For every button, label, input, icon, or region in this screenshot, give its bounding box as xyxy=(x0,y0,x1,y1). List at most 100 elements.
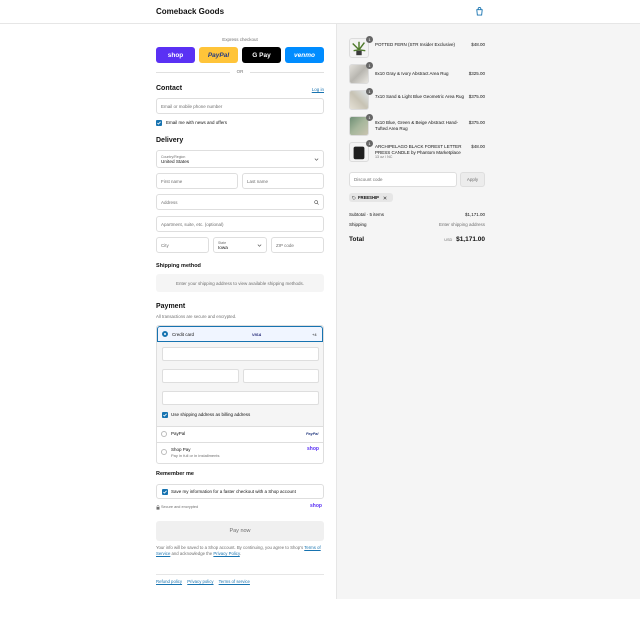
shoppay-option-label: Shop Pay xyxy=(171,447,191,452)
total-value-block: USD $1,171.00 xyxy=(444,236,485,243)
discount-code-field[interactable]: Discount code xyxy=(349,172,457,187)
email-field[interactable]: Email or mobile phone number xyxy=(156,98,324,114)
state-select[interactable]: State Iowa xyxy=(213,237,267,253)
credit-card-option[interactable]: Credit card VISA +4 xyxy=(157,326,323,342)
legal-end: . xyxy=(239,551,241,556)
product-thumbnail: 1 xyxy=(349,62,373,84)
legal-text-1: Your info will be saved to a Shop accoun… xyxy=(156,545,304,550)
last-name-placeholder: Last name xyxy=(247,178,269,184)
checkmark-icon xyxy=(157,121,161,125)
or-divider: OR xyxy=(156,68,324,76)
cart-item: 1 7x10 Sand & Light Blue Geometric Area … xyxy=(349,88,485,112)
cart-item: 1 8x10 Blue, Green & Beige Abstract Hand… xyxy=(349,114,485,138)
refund-policy-link[interactable]: Refund policy xyxy=(156,579,182,584)
shoppay-sub: Pay in full or in installments xyxy=(171,453,220,458)
payment-subtitle: All transactions are secure and encrypte… xyxy=(156,314,237,319)
discount-code-text: FREESHIP xyxy=(358,195,379,200)
total-value: $1,171.00 xyxy=(456,236,485,243)
header: Comeback Goods xyxy=(0,0,640,24)
candle-icon xyxy=(353,146,365,160)
discount-chip: FREESHIP xyxy=(349,193,393,202)
subtotal-label: Subtotal · 5 items xyxy=(349,212,385,217)
country-select[interactable]: Country/Region United States xyxy=(156,150,324,168)
apply-label: Apply xyxy=(466,177,479,182)
lock-icon xyxy=(156,505,160,510)
name-on-card-field[interactable] xyxy=(162,391,319,405)
paypal-radio[interactable] xyxy=(161,431,167,437)
quantity-badge: 1 xyxy=(366,114,373,121)
product-price: $48.00 xyxy=(471,42,485,47)
payment-options: Credit card VISA +4 Use shipping address… xyxy=(156,325,324,464)
zip-field[interactable]: ZIP code xyxy=(271,237,324,253)
save-info-checkbox[interactable] xyxy=(162,489,168,495)
google-pay-label: G Pay xyxy=(252,51,271,59)
shoppay-option[interactable]: Shop Pay Pay in full or in installments … xyxy=(157,442,323,463)
shipping-value: Enter shipping address xyxy=(438,222,485,227)
country-value: United States xyxy=(161,158,190,164)
last-name-field[interactable]: Last name xyxy=(242,173,324,189)
venmo-label: venmo xyxy=(294,51,315,59)
payment-heading: Payment xyxy=(156,303,186,310)
paypal-label: PayPal xyxy=(207,51,230,59)
cart-item: 1 POTTED FERN (STR Insider Exclusive) $4… xyxy=(349,36,485,60)
legal-text: Your info will be saved to a Shop accoun… xyxy=(156,545,324,557)
footer-divider xyxy=(156,574,324,575)
shoppay-radio[interactable] xyxy=(161,449,167,455)
remember-me-heading: Remember me xyxy=(156,471,194,477)
state-value: Iowa xyxy=(218,244,228,250)
contact-heading: Contact xyxy=(156,85,183,92)
paypal-option-label: PayPal xyxy=(171,431,186,436)
security-code-field[interactable] xyxy=(243,369,319,383)
venmo-button[interactable]: venmo xyxy=(285,47,324,63)
first-name-field[interactable]: First name xyxy=(156,173,238,189)
google-pay-button[interactable]: G Pay xyxy=(242,47,281,63)
visa-icon: VISA xyxy=(252,332,262,337)
brand-name[interactable]: Comeback Goods xyxy=(156,7,224,16)
product-price: $325.00 xyxy=(468,71,485,76)
card-number-field[interactable] xyxy=(162,347,319,361)
credit-card-radio[interactable] xyxy=(162,331,168,337)
fern-plant-icon xyxy=(352,41,366,56)
product-name: ARCHIPELAGO BLACK FOREST LETTER PRESS CA… xyxy=(375,144,462,155)
page-bottom xyxy=(0,599,640,625)
pay-now-button[interactable]: Pay now xyxy=(156,521,324,541)
apply-discount-button[interactable]: Apply xyxy=(460,172,485,187)
terms-of-service-link[interactable]: Terms of service xyxy=(219,579,250,584)
pay-now-label: Pay now xyxy=(229,528,251,534)
product-variant: 13 oz / NC xyxy=(375,155,393,159)
express-checkout-label: Express checkout xyxy=(222,37,258,42)
checkmark-icon xyxy=(163,490,167,494)
product-name-block: ARCHIPELAGO BLACK FOREST LETTER PRESS CA… xyxy=(375,144,465,161)
shipping-row: Shipping Enter shipping address xyxy=(349,222,485,227)
quantity-badge: 1 xyxy=(366,140,373,147)
privacy-policy-link[interactable]: Privacy policy xyxy=(187,579,213,584)
legal-text-2: and acknowledge the xyxy=(171,551,213,556)
news-checkbox[interactable] xyxy=(156,120,162,126)
delivery-heading: Delivery xyxy=(156,137,184,144)
subtotal-value: $1,171.00 xyxy=(464,212,485,217)
privacy-link[interactable]: Privacy Policy xyxy=(213,551,239,556)
shop-pay-button[interactable]: shop xyxy=(156,47,195,63)
paypal-button[interactable]: PayPal xyxy=(199,47,238,63)
billing-checkbox[interactable] xyxy=(162,412,168,418)
close-icon[interactable] xyxy=(383,195,387,200)
currency-code: USD xyxy=(444,238,453,242)
shipping-label: Shipping xyxy=(349,222,367,227)
total-row: Total USD $1,171.00 xyxy=(349,236,485,243)
city-field[interactable]: City xyxy=(156,237,209,253)
address-placeholder: Address xyxy=(161,199,178,205)
address-field[interactable]: Address xyxy=(156,194,324,210)
paypal-logo-icon: PayPal xyxy=(306,432,319,436)
paypal-option[interactable]: PayPal PayPal xyxy=(157,426,323,442)
shop-logo-icon: shop xyxy=(310,503,322,509)
zip-placeholder: ZIP code xyxy=(276,242,294,248)
product-thumbnail: 1 xyxy=(349,140,373,162)
login-link[interactable]: Log in xyxy=(312,87,324,92)
footer-links: Refund policy Privacy policy Terms of se… xyxy=(156,579,254,584)
remember-me-box: Save my information for a faster checkou… xyxy=(156,484,324,499)
product-name: POTTED FERN (STR Insider Exclusive) xyxy=(375,42,456,47)
shopping-bag-icon[interactable] xyxy=(475,7,484,16)
product-thumbnail: 1 xyxy=(349,88,373,110)
expiration-field[interactable] xyxy=(162,369,239,383)
apartment-field[interactable]: Apartment, suite, etc. (optional) xyxy=(156,216,324,232)
